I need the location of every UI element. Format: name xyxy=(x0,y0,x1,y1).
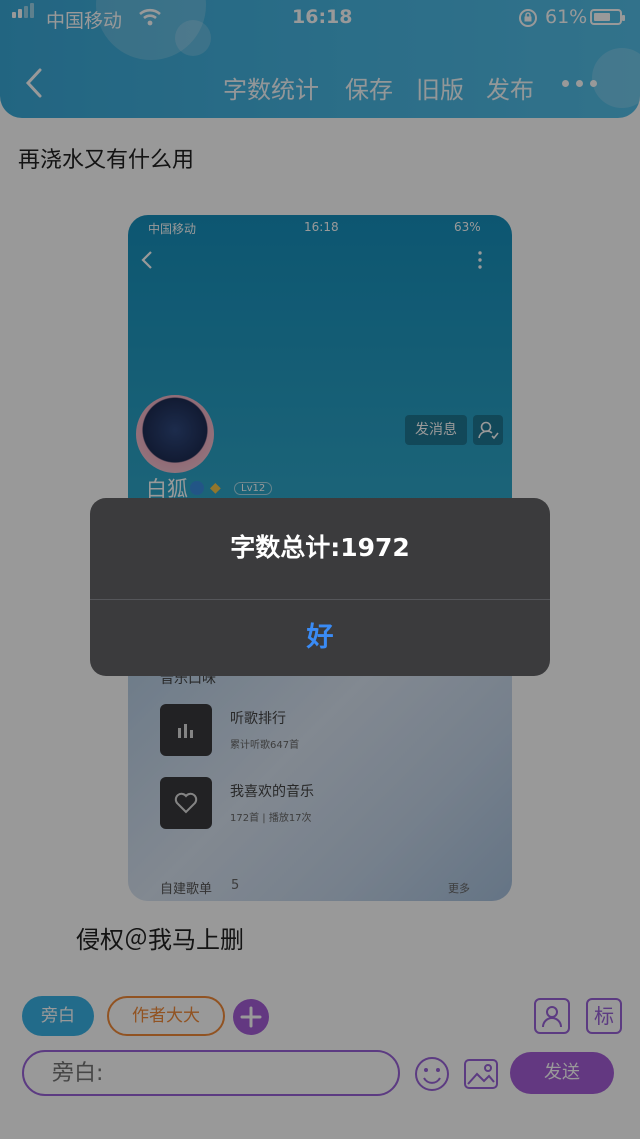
word-count-alert: 字数总计:1972 好 xyxy=(90,498,550,676)
alert-ok-button[interactable]: 好 xyxy=(90,600,550,676)
alert-message: 字数总计:1972 xyxy=(230,533,410,562)
